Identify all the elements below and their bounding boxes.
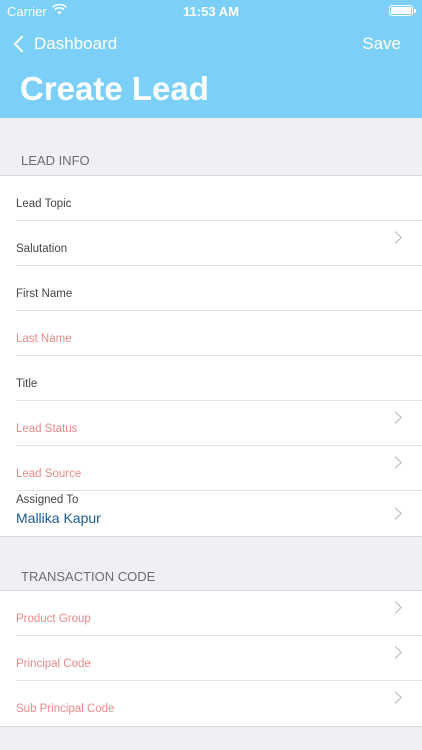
- field-product-group[interactable]: Product Group: [16, 591, 422, 636]
- field-assigned-to[interactable]: Assigned To Mallika Kapur: [16, 491, 422, 536]
- section-header-lead-info: LEAD INFO: [21, 153, 90, 168]
- chevron-right-icon: [389, 411, 402, 424]
- field-label: Principal Code: [16, 658, 91, 670]
- chevron-right-icon: [389, 231, 402, 244]
- battery-icon: [389, 5, 416, 16]
- field-label: Product Group: [16, 613, 91, 625]
- field-label: First Name: [16, 288, 73, 300]
- chevron-right-icon: [389, 456, 402, 469]
- field-label: Last Name: [16, 333, 72, 345]
- field-lead-status[interactable]: Lead Status: [16, 401, 422, 446]
- status-time: 11:53 AM: [183, 4, 239, 19]
- save-button[interactable]: Save: [362, 34, 401, 54]
- field-label: Lead Topic: [16, 198, 72, 210]
- assigned-to-value: Mallika Kapur: [16, 510, 101, 526]
- field-first-name[interactable]: First Name: [16, 266, 422, 311]
- page-title: Create Lead: [20, 70, 209, 107]
- chevron-right-icon: [389, 691, 402, 704]
- back-button[interactable]: Dashboard: [10, 32, 117, 56]
- field-principal-code[interactable]: Principal Code: [16, 636, 422, 681]
- field-label: Sub Principal Code: [16, 703, 115, 715]
- status-bar: Carrier 11:53 AM: [0, 0, 422, 22]
- chevron-right-icon: [389, 601, 402, 614]
- field-label: Lead Status: [16, 423, 78, 435]
- field-label: Lead Source: [16, 468, 82, 480]
- transaction-code-group: Product Group Principal Code Sub Princip…: [0, 590, 422, 727]
- field-sub-principal-code[interactable]: Sub Principal Code: [16, 681, 422, 726]
- chevron-left-icon: [13, 35, 31, 53]
- field-label: Assigned To: [16, 494, 79, 506]
- field-lead-source[interactable]: Lead Source: [16, 446, 422, 491]
- chevron-right-icon: [389, 646, 402, 659]
- field-label: Title: [16, 378, 38, 390]
- nav-header: Carrier 11:53 AM Dashboard Save Create L…: [0, 0, 422, 118]
- back-button-label: Dashboard: [34, 34, 118, 53]
- field-lead-topic[interactable]: Lead Topic: [16, 176, 422, 221]
- field-salutation[interactable]: Salutation: [16, 221, 422, 266]
- field-last-name[interactable]: Last Name: [16, 311, 422, 356]
- field-label: Salutation: [16, 243, 68, 255]
- lead-info-group: Lead Topic Salutation First Name Last Na…: [0, 175, 422, 537]
- section-header-transaction-code: TRANSACTION CODE: [21, 569, 156, 584]
- chevron-right-icon: [389, 507, 402, 520]
- field-title[interactable]: Title: [16, 356, 422, 401]
